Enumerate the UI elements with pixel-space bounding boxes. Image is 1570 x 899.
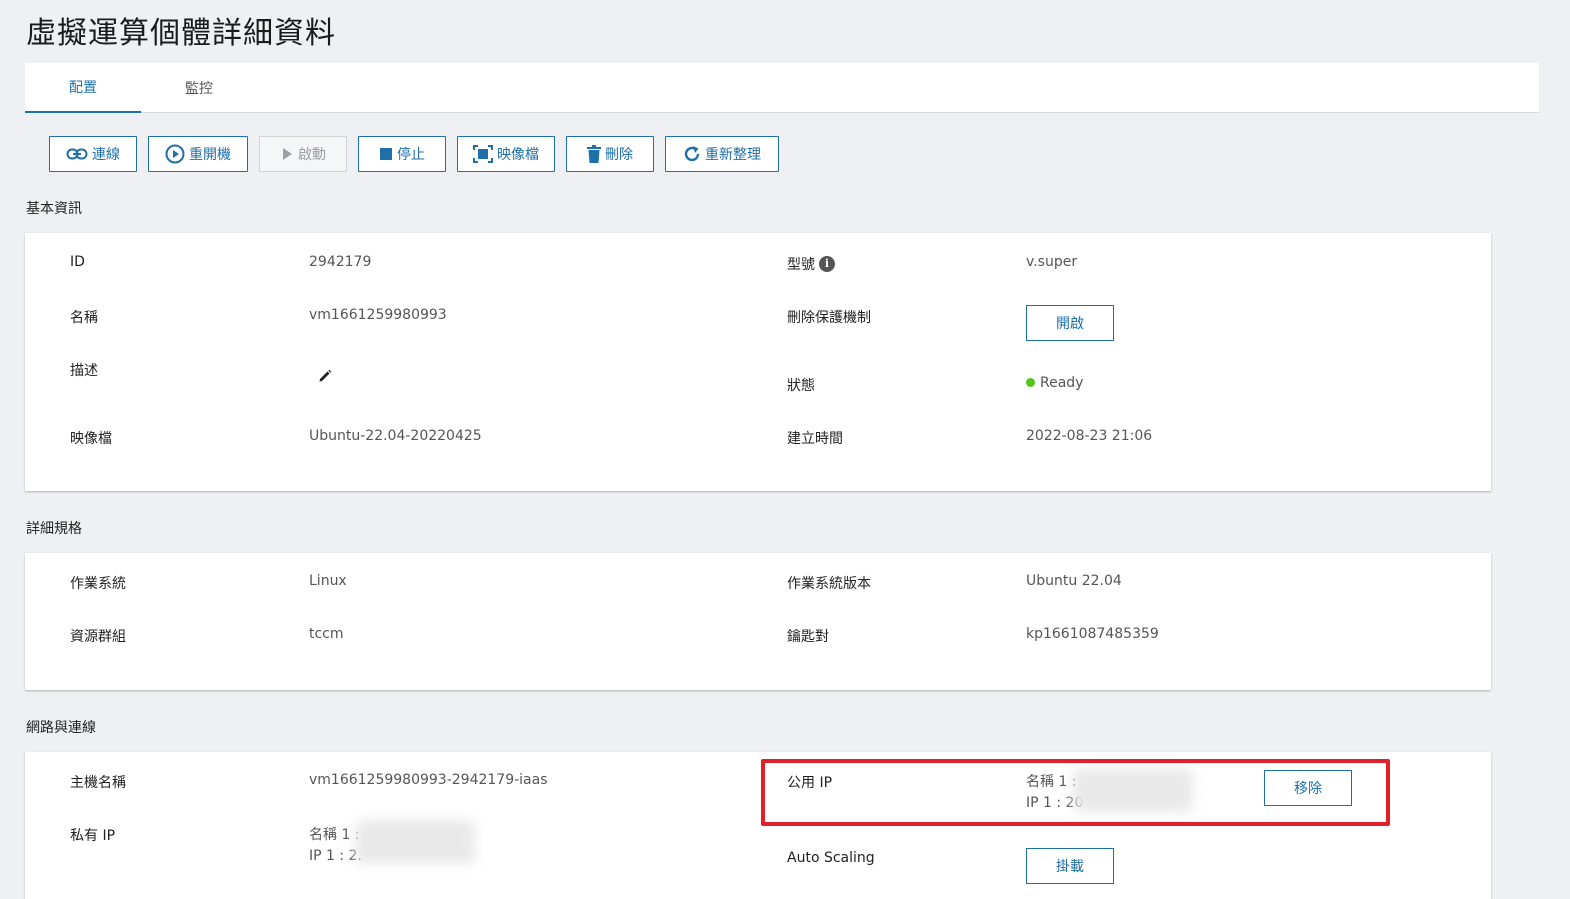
delete-protection-label: 刪除保護機制 [787,310,871,326]
description-label: 描述 [70,363,98,379]
attach-autoscaling-button[interactable]: 掛載 [1026,848,1114,884]
basic-info-panel: ID 2942179 名稱 vm1661259980993 描述 映像檔 Ubu… [25,233,1491,491]
delete-button[interactable]: 刪除 [566,136,654,172]
refresh-label: 重新整理 [705,147,761,163]
type-label-text: 型號 [787,257,815,273]
stop-button[interactable]: 停止 [358,136,446,172]
info-icon[interactable]: i [819,256,835,272]
keypair-label: 鑰匙對 [787,629,829,645]
tab-bar: 配置 監控 [25,63,1539,113]
autoscaling-label: Auto Scaling [787,850,875,866]
section-network-title: 網路與連線 [26,720,96,736]
start-button[interactable]: 啟動 [259,136,347,172]
section-spec-title: 詳細規格 [26,521,82,537]
public-ip-label: 公用 IP [787,775,833,791]
created-time-label: 建立時間 [787,431,843,447]
spec-panel: 作業系統 Linux 資源群組 tccm 作業系統版本 Ubuntu 22.04… [25,553,1491,690]
keypair-value: kp1661087485359 [1026,626,1159,642]
status-text: Ready [1040,375,1084,391]
tab-config[interactable]: 配置 [25,63,141,113]
type-value: v.super [1026,254,1078,270]
play-circle-icon [165,144,185,164]
status-value: Ready [1026,375,1083,391]
resource-group-value: tccm [309,626,344,642]
os-version-value: Ubuntu 22.04 [1026,573,1122,589]
name-label: 名稱 [70,310,98,326]
remove-public-ip-button[interactable]: 移除 [1264,770,1352,806]
private-ip-address: IP 1 : 2. [309,848,362,864]
reboot-button[interactable]: 重開機 [148,136,248,172]
network-panel: 主機名稱 vm1661259980993-2942179-iaas 私有 IP … [25,752,1491,899]
private-ip-name: 名稱 1 : [309,827,360,843]
edit-pencil-icon[interactable] [318,368,332,387]
name-value: vm1661259980993 [309,307,447,323]
trash-icon [587,145,601,163]
link-icon [66,148,88,160]
hostname-value: vm1661259980993-2942179-iaas [309,772,548,788]
tab-monitor[interactable]: 監控 [141,63,257,113]
enable-delete-protection-button[interactable]: 開啟 [1026,305,1114,341]
private-ip-value: 名稱 1 : IP 1 : 2. [309,825,362,867]
refresh-icon [684,146,700,162]
stop-label: 停止 [397,147,425,163]
status-dot-icon [1026,377,1035,387]
os-value: Linux [309,573,347,589]
image-label: 映像檔 [70,431,112,447]
private-ip-redaction [355,820,475,864]
play-icon [283,148,292,160]
connect-button[interactable]: 連線 [49,136,137,172]
created-time-value: 2022-08-23 21:06 [1026,428,1153,444]
image-value: Ubuntu-22.04-20220425 [309,428,482,444]
status-label: 狀態 [787,378,815,394]
type-label: 型號 i [787,254,835,274]
stop-icon [380,148,392,160]
private-ip-label: 私有 IP [70,828,116,844]
public-ip-redaction [1073,768,1193,812]
reboot-label: 重開機 [189,147,231,163]
section-basic-title: 基本資訊 [26,201,82,217]
id-value: 2942179 [309,254,372,270]
delete-label: 刪除 [605,147,633,163]
id-label: ID [70,254,85,270]
hostname-label: 主機名稱 [70,775,126,791]
refresh-button[interactable]: 重新整理 [665,136,779,172]
capture-icon [473,145,493,163]
resource-group-label: 資源群組 [70,629,126,645]
connect-label: 連線 [92,147,120,163]
image-label: 映像檔 [497,147,539,163]
page-title: 虛擬運算個體詳細資料 [26,16,336,51]
os-label: 作業系統 [70,576,126,592]
image-button[interactable]: 映像檔 [457,136,555,172]
start-label: 啟動 [298,147,326,163]
os-version-label: 作業系統版本 [787,576,871,592]
